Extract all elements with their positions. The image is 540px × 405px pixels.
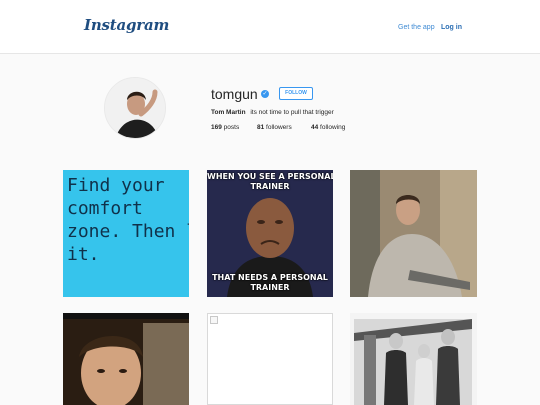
following-stat[interactable]: 44 following: [311, 124, 345, 131]
post-photo: [350, 313, 477, 405]
post-photo: [350, 170, 477, 297]
followers-label: followers: [266, 124, 292, 131]
log-in-link[interactable]: Log in: [441, 24, 462, 31]
top-navigation-bar: Instagram Get the app Log in: [0, 0, 540, 54]
profile-bio: Tom Martin its not time to pull that tri…: [211, 109, 334, 116]
meme-top-text: WHEN YOU SEE A PERSONAL TRAINER: [207, 172, 333, 191]
follow-button[interactable]: FOLLOW: [279, 87, 313, 100]
post-tile[interactable]: [350, 313, 477, 405]
following-label: following: [320, 124, 346, 131]
following-count: 44: [311, 124, 319, 131]
post-tile[interactable]: Find your comfort zone. Then leave it.: [63, 170, 189, 297]
post-tile[interactable]: WHEN YOU SEE A PERSONAL TRAINER THAT NEE…: [207, 170, 333, 297]
posts-stat: 169 posts: [211, 124, 239, 131]
post-photo: [63, 313, 189, 405]
avatar-photo: [105, 78, 165, 138]
posts-label: posts: [223, 124, 240, 131]
verified-badge-icon: ✓: [261, 90, 269, 98]
get-app-link[interactable]: Get the app: [398, 24, 435, 31]
post-tile[interactable]: [207, 313, 333, 405]
post-image-text: Find your comfort zone. Then leave it.: [67, 175, 189, 265]
post-tile[interactable]: [63, 313, 189, 405]
instagram-logo[interactable]: Instagram: [84, 16, 169, 34]
broken-image-icon: [210, 316, 218, 324]
profile-full-name: Tom Martin: [211, 109, 246, 116]
profile-avatar[interactable]: [104, 77, 166, 139]
posts-count: 169: [211, 124, 222, 131]
followers-stat[interactable]: 81 followers: [257, 124, 292, 131]
profile-bio-text: its not time to pull that trigger: [250, 109, 334, 116]
followers-count: 81: [257, 124, 265, 131]
post-tile[interactable]: [350, 170, 477, 297]
profile-username: tomgun: [211, 86, 258, 102]
meme-bottom-text: THAT NEEDS A PERSONAL TRAINER: [212, 273, 328, 292]
